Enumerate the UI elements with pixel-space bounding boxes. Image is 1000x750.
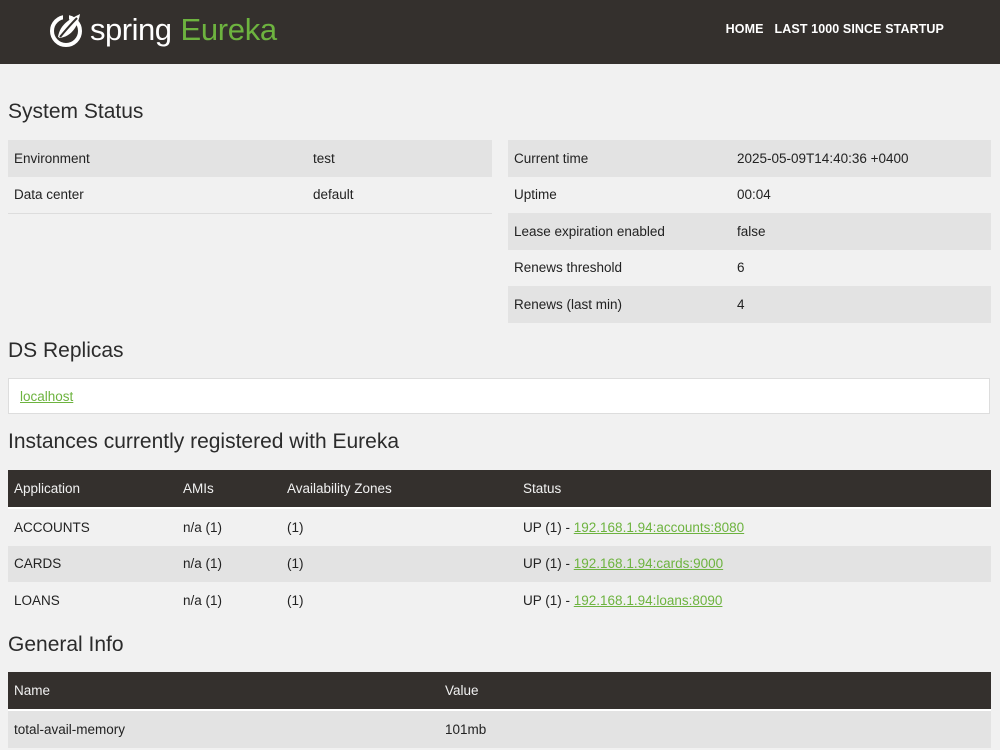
status-label: Environment — [8, 140, 307, 177]
system-status-right-table: Current time 2025-05-09T14:40:36 +0400 U… — [508, 140, 991, 323]
column-header-zones: Availability Zones — [281, 470, 517, 509]
top-navbar: spring Eureka HOME LAST 1000 SINCE START… — [0, 0, 1000, 64]
application-name: LOANS — [8, 582, 177, 619]
instances-title: Instances currently registered with Eure… — [8, 430, 400, 453]
status-label: Lease expiration enabled — [508, 213, 731, 250]
brand-eureka-text: Eureka — [180, 12, 277, 47]
system-status-title: System Status — [8, 100, 144, 123]
amis-cell: n/a (1) — [177, 582, 281, 619]
status-row: Environment test — [8, 140, 492, 177]
spring-leaf-icon — [50, 11, 82, 47]
status-value: 00:04 — [731, 176, 991, 213]
instances-header-row: Application AMIs Availability Zones Stat… — [8, 470, 991, 509]
status-row: Uptime 00:04 — [508, 176, 991, 213]
table-row: ACCOUNTS n/a (1) (1) UP (1) - 192.168.1.… — [8, 508, 991, 546]
status-label: Renews (last min) — [508, 286, 731, 323]
status-value: false — [731, 213, 991, 250]
zones-cell: (1) — [281, 545, 517, 582]
status-row: Renews threshold 6 — [508, 249, 991, 286]
column-header-application: Application — [8, 470, 177, 509]
status-value: 6 — [731, 249, 991, 286]
status-label: Current time — [508, 140, 731, 177]
info-value: 101mb — [439, 710, 991, 748]
instance-link[interactable]: 192.168.1.94:loans:8090 — [574, 593, 723, 608]
general-info-title: General Info — [8, 633, 124, 656]
column-header-value: Value — [439, 672, 991, 711]
instances-table: Application AMIs Availability Zones Stat… — [8, 470, 991, 619]
status-label: Uptime — [508, 176, 731, 213]
nav-home-link[interactable]: HOME — [726, 22, 764, 36]
replica-link-localhost[interactable]: localhost — [20, 389, 73, 404]
status-text: UP (1) - — [523, 592, 574, 608]
nav-last-1000-link[interactable]: LAST 1000 SINCE STARTUP — [775, 22, 944, 36]
status-row: Lease expiration enabled false — [508, 213, 991, 250]
system-status-left-table: Environment test Data center default — [8, 140, 492, 214]
info-name: total-avail-memory — [8, 710, 439, 748]
amis-cell: n/a (1) — [177, 508, 281, 546]
brand-logo[interactable]: spring Eureka — [50, 8, 277, 52]
table-row: LOANS n/a (1) (1) UP (1) - 192.168.1.94:… — [8, 582, 991, 619]
zones-cell: (1) — [281, 508, 517, 546]
status-label: Data center — [8, 176, 307, 214]
ds-replicas-panel: localhost — [8, 378, 990, 414]
instance-link[interactable]: 192.168.1.94:cards:9000 — [574, 556, 723, 571]
status-label: Renews threshold — [508, 249, 731, 286]
status-row: Renews (last min) 4 — [508, 286, 991, 323]
status-text: UP (1) - — [523, 519, 574, 535]
application-name: ACCOUNTS — [8, 508, 177, 546]
amis-cell: n/a (1) — [177, 545, 281, 582]
general-info-table: Name Value total-avail-memory 101mb — [8, 672, 991, 748]
column-header-amis: AMIs — [177, 470, 281, 509]
status-text: UP (1) - — [523, 556, 574, 572]
table-row: CARDS n/a (1) (1) UP (1) - 192.168.1.94:… — [8, 545, 991, 582]
status-value: test — [307, 140, 492, 177]
status-value: 2025-05-09T14:40:36 +0400 — [731, 140, 991, 177]
application-name: CARDS — [8, 545, 177, 582]
zones-cell: (1) — [281, 582, 517, 619]
status-cell: UP (1) - 192.168.1.94:accounts:8080 — [517, 508, 991, 546]
table-row: total-avail-memory 101mb — [8, 710, 991, 748]
general-info-header-row: Name Value — [8, 672, 991, 711]
status-value: 4 — [731, 286, 991, 323]
column-header-name: Name — [8, 672, 439, 711]
status-row: Data center default — [8, 176, 492, 214]
column-header-status: Status — [517, 470, 991, 509]
status-cell: UP (1) - 192.168.1.94:cards:9000 — [517, 545, 991, 582]
instance-link[interactable]: 192.168.1.94:accounts:8080 — [574, 520, 744, 535]
ds-replicas-title: DS Replicas — [8, 339, 124, 362]
status-cell: UP (1) - 192.168.1.94:loans:8090 — [517, 582, 991, 619]
top-nav: HOME LAST 1000 SINCE STARTUP — [726, 22, 944, 36]
status-value: default — [307, 176, 492, 214]
brand-spring-text: spring — [90, 12, 172, 47]
status-row: Current time 2025-05-09T14:40:36 +0400 — [508, 140, 991, 177]
